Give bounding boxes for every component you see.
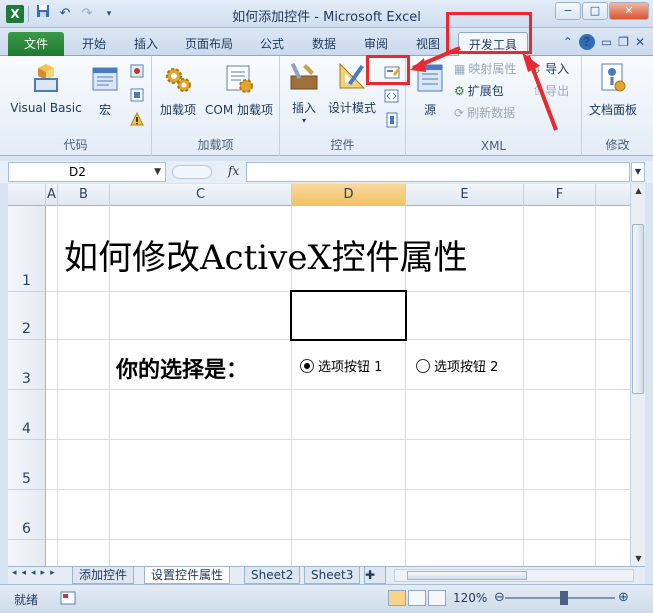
annotation-arrows — [410, 46, 558, 131]
annotation-arrow-head-2 — [410, 58, 426, 72]
annotation-arrow-head-1 — [522, 52, 540, 72]
